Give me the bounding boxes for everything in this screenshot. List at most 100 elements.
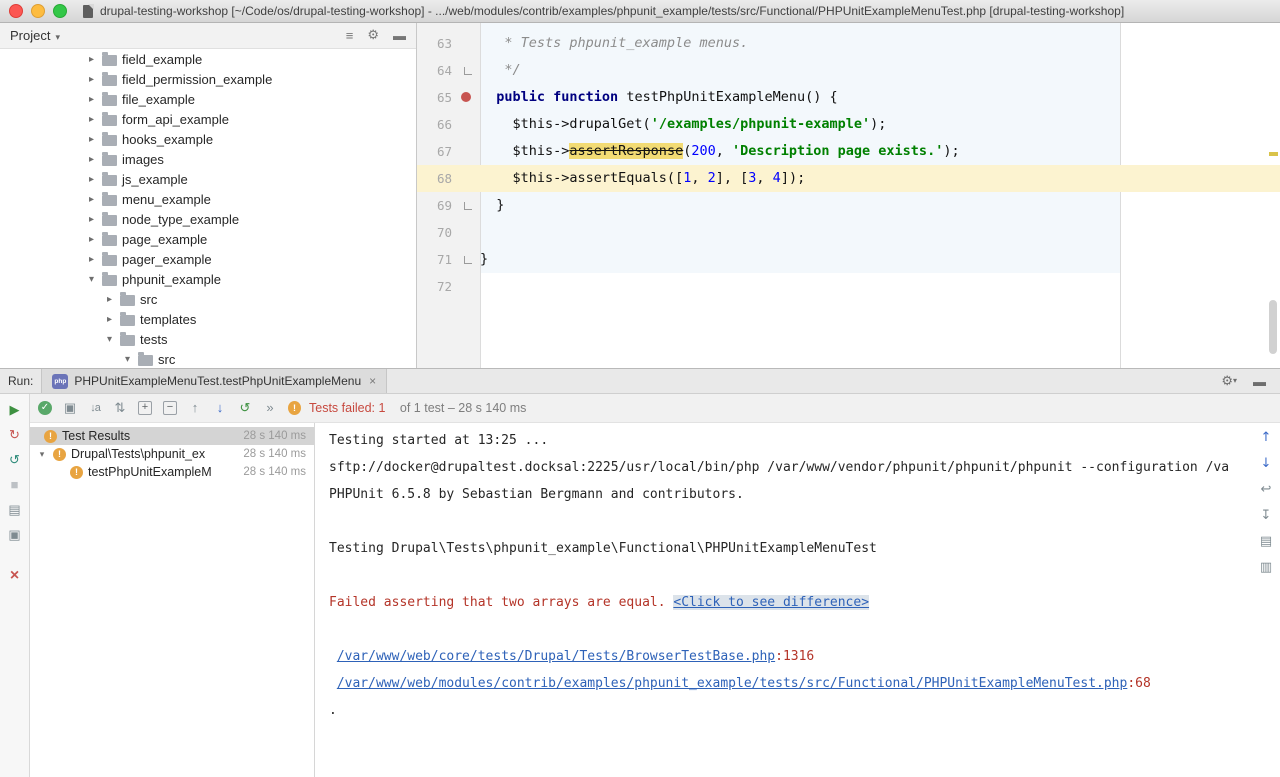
sort-by-duration-icon[interactable]: ⇅ (113, 400, 127, 416)
project-tree-item-field_permission_example[interactable]: ▸field_permission_example (0, 69, 416, 89)
close-button[interactable]: × (7, 568, 23, 584)
rerun-button[interactable]: ▶ (7, 402, 23, 418)
chevron-right-icon[interactable]: ▸ (104, 294, 115, 305)
code-text[interactable]: $this->assertEquals([1, 2], [3, 4]); (480, 165, 805, 192)
chevron-down-icon[interactable]: ▾ (122, 354, 133, 365)
hide-panel-icon[interactable]: ▬ (1253, 374, 1266, 389)
chevron-right-icon[interactable]: ▸ (86, 174, 97, 185)
minimize-window-button[interactable] (31, 4, 45, 18)
close-tab-icon[interactable]: × (369, 374, 376, 388)
chevron-right-icon[interactable]: ▸ (86, 134, 97, 145)
chevron-right-icon[interactable]: ▸ (86, 234, 97, 245)
project-tree-item-field_example[interactable]: ▸field_example (0, 49, 416, 69)
console-toolbar: ↑ ↓ ↩ ↧ ▤ ▥ (1255, 430, 1277, 576)
test-history-icon[interactable]: ↺ (238, 400, 252, 416)
settings-gear-icon[interactable]: ⚙▾ (1221, 373, 1237, 389)
chevron-right-icon[interactable]: ▸ (86, 94, 97, 105)
chevron-right-icon[interactable]: ▸ (86, 54, 97, 65)
next-occurrence-icon[interactable]: ↓ (1261, 456, 1272, 472)
test-tree-row-1[interactable]: ▾!Drupal\Tests\phpunit_ex28 s 140 ms (30, 445, 314, 463)
line-number: 69 (437, 198, 452, 213)
editor-line-70: 70 (417, 219, 1280, 246)
project-tree-item-tests[interactable]: ▾tests (0, 329, 416, 349)
console-link[interactable]: <Click to see difference> (673, 595, 869, 610)
align-icon[interactable]: ≡ (346, 28, 354, 43)
editor[interactable]: 63 * Tests phpunit_example menus.64 */65… (417, 22, 1280, 368)
console-line-8: /var/www/web/core/tests/Drupal/Tests/Bro… (329, 643, 1250, 670)
chevron-right-icon[interactable]: ▸ (86, 154, 97, 165)
editor-line-68: 68 $this->assertEquals([1, 2], [3, 4]); (417, 165, 1280, 192)
project-tree-item-phpunit_example[interactable]: ▾phpunit_example (0, 269, 416, 289)
chevron-down-icon[interactable]: ▾ (36, 449, 48, 460)
code-text[interactable]: $this->assertResponse(200, 'Description … (480, 138, 960, 165)
next-failed-test-icon[interactable]: ↓ (213, 400, 227, 416)
project-tree-item-images[interactable]: ▸ images (0, 149, 416, 169)
chevron-right-icon[interactable]: ▸ (86, 194, 97, 205)
project-tree-item-pager_example[interactable]: ▸pager_example (0, 249, 416, 269)
more-options-icon[interactable]: » (263, 400, 277, 416)
code-text[interactable]: } (480, 192, 504, 219)
project-tree-item-menu_example[interactable]: ▸menu_example (0, 189, 416, 209)
sort-alphabetically-icon[interactable]: ↓a (88, 400, 102, 416)
rerun-failed-tests-button[interactable]: ↻ (7, 427, 23, 443)
line-number: 72 (437, 279, 452, 294)
chevron-right-icon[interactable]: ▸ (86, 214, 97, 225)
project-tree-item-form_api_example[interactable]: ▸form_api_example (0, 109, 416, 129)
project-tree-item-js_example[interactable]: ▸js_example (0, 169, 416, 189)
code-text[interactable]: */ (480, 57, 521, 84)
project-tree-item-file_example[interactable]: ▸file_example (0, 89, 416, 109)
settings-gear-icon[interactable]: ⚙ (367, 27, 379, 43)
toggle-auto-test-button[interactable]: ↺ (7, 452, 23, 468)
code-text[interactable]: } (480, 246, 488, 273)
code-text[interactable]: $this->drupalGet('/examples/phpunit-exam… (480, 111, 886, 138)
console-link[interactable]: /var/www/web/core/tests/Drupal/Tests/Bro… (337, 649, 775, 664)
warning-stripe-mark[interactable] (1269, 152, 1278, 156)
pin-tab-button[interactable]: ▣ (7, 527, 23, 543)
prev-occurrence-icon[interactable]: ↑ (1261, 430, 1272, 446)
console-link[interactable]: /var/www/web/modules/contrib/examples/ph… (337, 676, 1128, 691)
test-tree-row-2[interactable]: !testPhpUnitExampleM28 s 140 ms (30, 463, 314, 481)
project-tree-item-src[interactable]: ▾src (0, 349, 416, 368)
project-tree-item-node_type_example[interactable]: ▸node_type_example (0, 209, 416, 229)
tree-item-label: images (122, 152, 164, 167)
stop-button[interactable]: ■ (7, 477, 23, 493)
chevron-right-icon[interactable]: ▸ (86, 114, 97, 125)
scroll-to-end-icon[interactable]: ↧ (1261, 508, 1272, 524)
project-tree-item-hooks_example[interactable]: ▸hooks_example (0, 129, 416, 149)
project-tree-item-templates[interactable]: ▸templates (0, 309, 416, 329)
show-passed-icon[interactable]: ✓ (38, 401, 52, 415)
project-tree-item-src[interactable]: ▸src (0, 289, 416, 309)
code-segment: , (716, 143, 732, 159)
code-text[interactable]: public function testPhpUnitExampleMenu()… (480, 84, 838, 111)
expand-all-icon[interactable]: + (138, 401, 152, 415)
chevron-right-icon[interactable]: ▸ (86, 254, 97, 265)
previous-failed-test-icon[interactable]: ↑ (188, 400, 202, 416)
test-tree-row-0[interactable]: !Test Results28 s 140 ms (30, 427, 314, 445)
run-tabbar: Run: php PHPUnitExampleMenuTest.testPhpU… (0, 369, 1280, 394)
collapse-all-icon[interactable]: − (163, 401, 177, 415)
chevron-down-icon[interactable]: ▾ (104, 334, 115, 345)
clear-all-icon[interactable]: ▥ (1260, 560, 1272, 576)
fold-marker-icon[interactable] (464, 202, 472, 210)
editor-line-72: 72 (417, 273, 1280, 300)
show-ignored-icon[interactable]: ▣ (63, 400, 77, 416)
folder-icon (102, 255, 117, 266)
close-window-button[interactable] (9, 4, 23, 18)
zoom-window-button[interactable] (53, 4, 67, 18)
hide-panel-icon[interactable]: ▬ (393, 28, 406, 43)
soft-wrap-icon[interactable]: ↩ (1261, 482, 1272, 498)
restore-layout-button[interactable]: ▤ (7, 502, 23, 518)
project-tree-item-page_example[interactable]: ▸page_example (0, 229, 416, 249)
failed-test-gutter-icon[interactable] (461, 92, 471, 102)
editor-scrollbar[interactable] (1269, 300, 1277, 354)
fold-marker-icon[interactable] (464, 256, 472, 264)
code-text[interactable]: * Tests phpunit_example menus. (480, 30, 748, 57)
chevron-right-icon[interactable]: ▸ (104, 314, 115, 325)
run-tab[interactable]: php PHPUnitExampleMenuTest.testPhpUnitEx… (41, 369, 387, 393)
project-view-dropdown[interactable]: Project▾ (10, 28, 60, 43)
console-output[interactable]: Testing started at 13:25 ...sftp://docke… (315, 423, 1280, 777)
fold-marker-icon[interactable] (464, 67, 472, 75)
chevron-down-icon[interactable]: ▾ (86, 274, 97, 285)
print-icon[interactable]: ▤ (1260, 534, 1272, 550)
chevron-right-icon[interactable]: ▸ (86, 74, 97, 85)
